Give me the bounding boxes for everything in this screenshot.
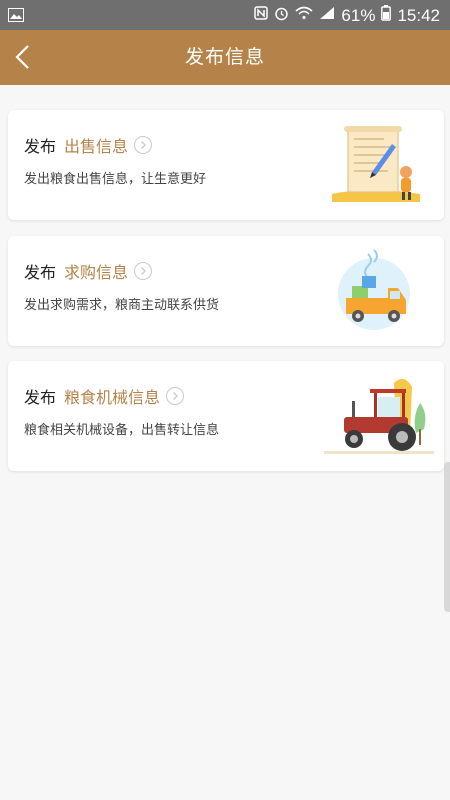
card-title-accent: 出售信息 bbox=[64, 137, 129, 156]
publish-machinery-card[interactable]: 发布 粮食机械信息 粮食相关机械设备，出售转让信息 bbox=[8, 361, 444, 471]
edge-panel-handle[interactable] bbox=[444, 462, 450, 612]
battery-percent: 61% bbox=[341, 5, 376, 25]
chevron-right-icon bbox=[134, 136, 153, 154]
card-title: 发布 求购信息 bbox=[24, 262, 153, 284]
signal-icon bbox=[319, 6, 335, 25]
publish-sale-card[interactable]: 发布 出售信息 发出粮食出售信息，让生意更好 bbox=[8, 110, 444, 220]
card-prefix: 发布 bbox=[24, 263, 57, 282]
card-description: 发出求购需求，粮商主动联系供货 bbox=[24, 298, 220, 313]
card-title-accent: 求购信息 bbox=[64, 263, 129, 282]
card-description: 粮食相关机械设备，出售转让信息 bbox=[24, 423, 220, 438]
clock: 15:42 bbox=[397, 5, 440, 25]
alarm-icon bbox=[274, 6, 289, 26]
card-prefix: 发布 bbox=[24, 137, 57, 156]
wifi-icon bbox=[295, 6, 313, 25]
nfc-icon bbox=[254, 6, 269, 25]
nav-bar: 发布信息 bbox=[0, 30, 450, 85]
card-title-accent: 粮食机械信息 bbox=[64, 388, 161, 407]
tractor-illustration bbox=[324, 373, 434, 459]
battery-icon bbox=[381, 5, 392, 26]
scroll-document-illustration bbox=[324, 122, 434, 208]
card-title: 发布 粮食机械信息 bbox=[24, 387, 185, 409]
page-title: 发布信息 bbox=[184, 46, 265, 68]
status-bar: 61% 15:42 bbox=[0, 0, 450, 30]
chevron-right-icon bbox=[166, 387, 185, 405]
card-description: 发出粮食出售信息，让生意更好 bbox=[24, 172, 207, 187]
delivery-truck-illustration bbox=[324, 248, 434, 334]
image-icon bbox=[8, 7, 24, 22]
chevron-right-icon bbox=[134, 262, 153, 280]
card-prefix: 发布 bbox=[24, 388, 57, 407]
card-title: 发布 出售信息 bbox=[24, 136, 153, 158]
publish-purchase-card[interactable]: 发布 求购信息 发出求购需求，粮商主动联系供货 bbox=[8, 236, 444, 346]
